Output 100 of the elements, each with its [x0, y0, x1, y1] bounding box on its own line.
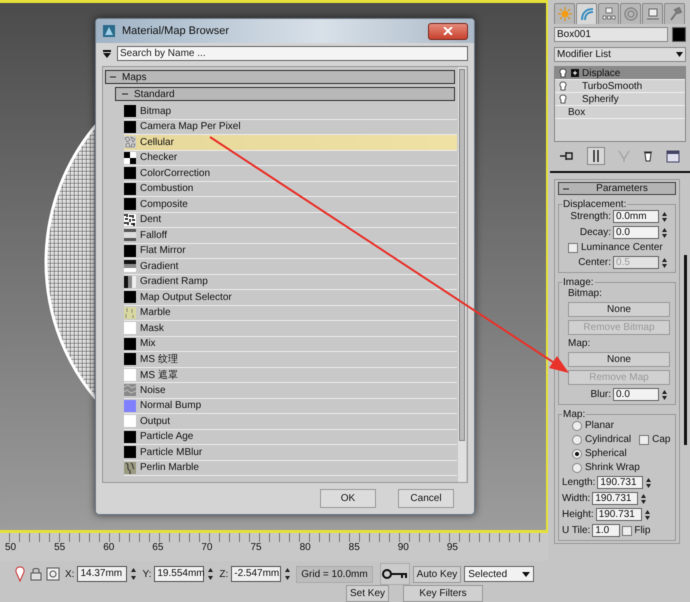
spinner-icon[interactable] — [661, 210, 668, 222]
map-list-item[interactable]: Particle MBlur — [124, 445, 457, 460]
light-bulb-icon[interactable] — [558, 94, 568, 104]
modifier-stack-item[interactable]: Box — [555, 106, 685, 119]
rollout-header[interactable]: Parameters — [558, 182, 676, 195]
number-field[interactable]: 190.731 — [592, 492, 638, 505]
map-list-item[interactable]: Output — [124, 414, 457, 430]
modifier-stack-item[interactable]: Spherify — [555, 93, 685, 106]
map-list-item[interactable]: Map Output Selector — [124, 290, 457, 306]
display-tab[interactable] — [642, 3, 663, 24]
map-list-item[interactable]: Normal Bump — [124, 398, 457, 414]
object-name-field[interactable]: Box001 — [554, 27, 668, 42]
lock-icon[interactable] — [29, 567, 43, 581]
map-list-item[interactable]: Gradient Ramp — [124, 274, 457, 290]
ruler-label: 85 — [348, 542, 361, 554]
category-header[interactable]: Standard — [115, 87, 455, 101]
checkbox[interactable] — [568, 242, 578, 252]
ok-button[interactable]: OK — [320, 489, 376, 508]
map-list-item[interactable]: Cellular — [124, 135, 457, 150]
configure-icon[interactable] — [666, 150, 680, 162]
expand-icon[interactable] — [571, 69, 579, 77]
number-field[interactable]: 0.0 — [613, 226, 659, 239]
checkbox[interactable] — [639, 434, 650, 444]
hierarchy-tab[interactable] — [598, 3, 619, 24]
viewport[interactable] — [0, 0, 548, 534]
number-field[interactable]: 190.731 — [596, 508, 642, 521]
target-icon — [624, 7, 638, 21]
radio-button[interactable] — [572, 434, 582, 444]
map-list-item[interactable]: Mix — [124, 336, 457, 352]
map-name: Output — [140, 416, 170, 427]
map-list-item[interactable]: Camera Map Per Pixel — [124, 120, 457, 135]
map-name: Camera Map Per Pixel — [140, 121, 241, 132]
map-list-item[interactable]: Perlin Marble — [124, 460, 457, 476]
map-name: Checker — [140, 152, 178, 164]
isolate-icon[interactable] — [14, 566, 26, 582]
spinner-icon[interactable] — [284, 567, 292, 581]
number-field[interactable]: 0.0mm — [613, 210, 659, 223]
map-list-item[interactable]: MS 纹理 — [124, 352, 457, 368]
number-field[interactable]: 1.0 — [592, 524, 620, 537]
number-field[interactable]: 190.731 — [597, 476, 644, 489]
map-list-item[interactable]: MS 遮罩 — [124, 368, 457, 383]
modifier-list-dropdown[interactable]: Modifier List — [554, 47, 686, 62]
dropdown-icon[interactable] — [102, 48, 112, 58]
auto-key-button[interactable]: Auto Key — [412, 566, 462, 582]
map-list-item[interactable]: Marble — [124, 306, 457, 321]
spinner-icon[interactable] — [661, 388, 668, 400]
modifier-stack-item[interactable]: TurboSmooth — [555, 80, 685, 93]
map-list-item[interactable]: Bitmap — [124, 104, 457, 120]
map-list-item[interactable]: Falloff — [124, 228, 457, 244]
spinner-icon[interactable] — [661, 256, 668, 268]
map-button[interactable]: None — [568, 352, 670, 367]
dropdown-arrow-icon — [676, 52, 683, 57]
key-mode-dropdown[interactable]: Selected — [464, 566, 534, 582]
category-header[interactable]: Maps — [105, 70, 455, 84]
coordinate-label: Z: — [219, 568, 228, 580]
transform-mode-icon[interactable] — [46, 567, 60, 581]
map-name: Map Output Selector — [140, 292, 232, 303]
map-list-item[interactable]: ColorCorrection — [124, 166, 457, 182]
bitmap-button[interactable]: None — [568, 302, 670, 317]
close-button[interactable] — [428, 22, 468, 40]
map-swatch-icon — [124, 152, 136, 164]
map-list-item[interactable]: Gradient — [124, 259, 457, 274]
pin-icon[interactable] — [560, 150, 574, 162]
radio-button[interactable] — [572, 462, 582, 472]
map-list-item[interactable]: Checker — [124, 150, 457, 166]
key-filters-button[interactable]: Key Filters — [403, 585, 484, 602]
monitor-icon — [646, 7, 660, 21]
spinner-icon[interactable] — [207, 567, 214, 581]
light-bulb-icon[interactable] — [558, 80, 568, 92]
field-label: Strength: — [570, 211, 611, 222]
object-color-swatch[interactable] — [672, 27, 686, 42]
group-title: Displacement: — [562, 199, 628, 210]
coordinate-field[interactable]: 14.37mm — [77, 566, 128, 582]
map-list-item[interactable]: Combustion — [124, 182, 457, 197]
map-list-item[interactable]: Particle Age — [124, 430, 457, 445]
number-field[interactable]: 0.0 — [613, 388, 659, 401]
coordinate-field[interactable]: -2.547mm — [231, 566, 282, 582]
map-list-item[interactable]: Dent — [124, 212, 457, 228]
map-list-item[interactable]: Flat Mirror — [124, 244, 457, 259]
radio-button[interactable] — [572, 420, 582, 430]
spinner-icon[interactable] — [130, 567, 138, 581]
ruler-label: 75 — [250, 542, 263, 554]
trash-icon[interactable] — [642, 150, 653, 162]
light-bulb-icon[interactable] — [558, 68, 568, 78]
modify-tab[interactable] — [576, 3, 597, 24]
search-field[interactable]: Search by Name ... — [117, 46, 468, 61]
scrollbar[interactable] — [684, 255, 687, 445]
radio-button[interactable] — [572, 448, 582, 458]
checkbox[interactable] — [622, 526, 632, 536]
set-key-mode-button[interactable] — [380, 563, 410, 585]
spinner-icon[interactable] — [661, 226, 668, 238]
set-key-button[interactable]: Set Key — [346, 585, 390, 602]
show-end-result-button[interactable] — [587, 147, 606, 165]
map-list-item[interactable]: Noise — [124, 383, 457, 398]
map-swatch-icon — [124, 260, 136, 272]
cancel-button[interactable]: Cancel — [398, 489, 454, 508]
map-list-item[interactable]: Mask — [124, 321, 457, 336]
map-list-item[interactable]: Composite — [124, 197, 457, 212]
modifier-stack-item[interactable]: Displace — [555, 67, 685, 80]
scrollbar[interactable] — [458, 67, 466, 482]
